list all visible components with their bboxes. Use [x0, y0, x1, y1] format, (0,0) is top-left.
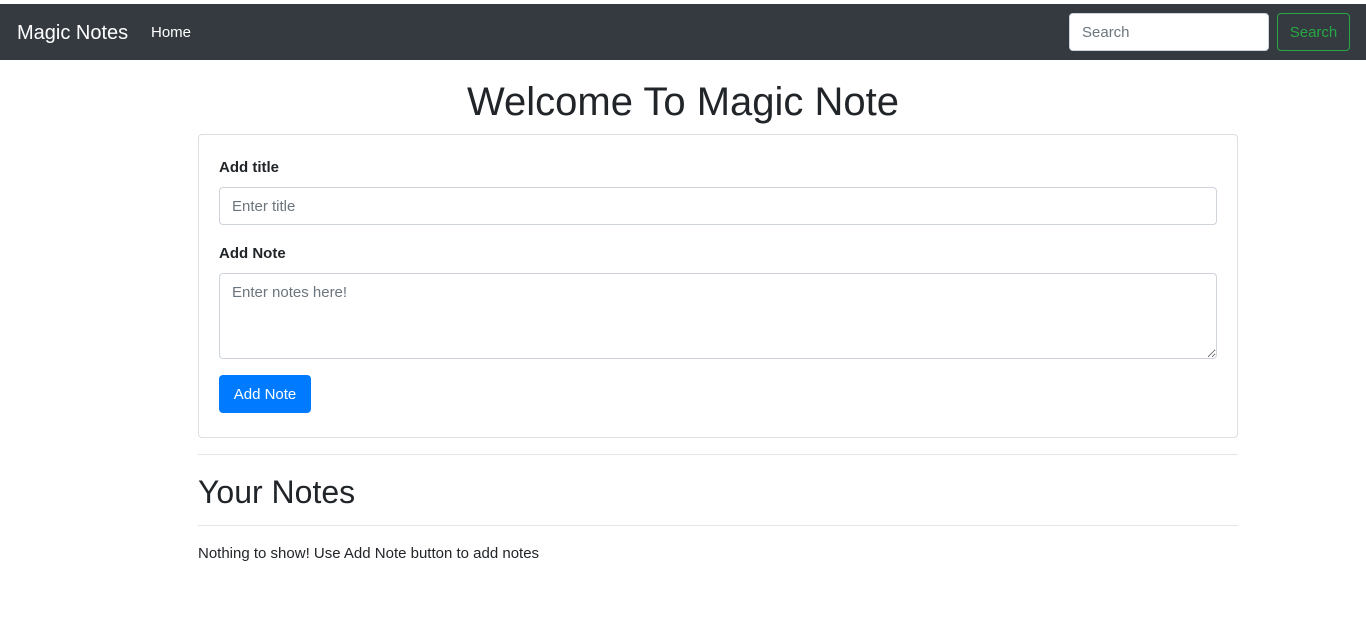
- notes-heading: Your Notes: [198, 474, 356, 510]
- brand-link[interactable]: Magic Notes: [17, 21, 128, 45]
- divider-top: [198, 454, 1238, 455]
- add-note-button[interactable]: Add Note: [219, 375, 311, 413]
- search-button[interactable]: Search: [1277, 13, 1350, 51]
- empty-notes-message: Nothing to show! Use Add Note button to …: [198, 545, 540, 562]
- title-label: Add title: [219, 159, 279, 176]
- add-note-card: Add title Add Note Add Note: [198, 134, 1238, 438]
- title-input[interactable]: [219, 187, 1217, 225]
- nav-link-home[interactable]: Home: [151, 24, 191, 42]
- note-label: Add Note: [219, 245, 286, 262]
- search-input[interactable]: [1069, 13, 1269, 51]
- note-textarea[interactable]: [219, 273, 1217, 359]
- page-title: Welcome To Magic Note: [466, 80, 900, 124]
- divider-bottom: [198, 525, 1238, 526]
- navbar: Magic Notes Home Search: [0, 4, 1366, 60]
